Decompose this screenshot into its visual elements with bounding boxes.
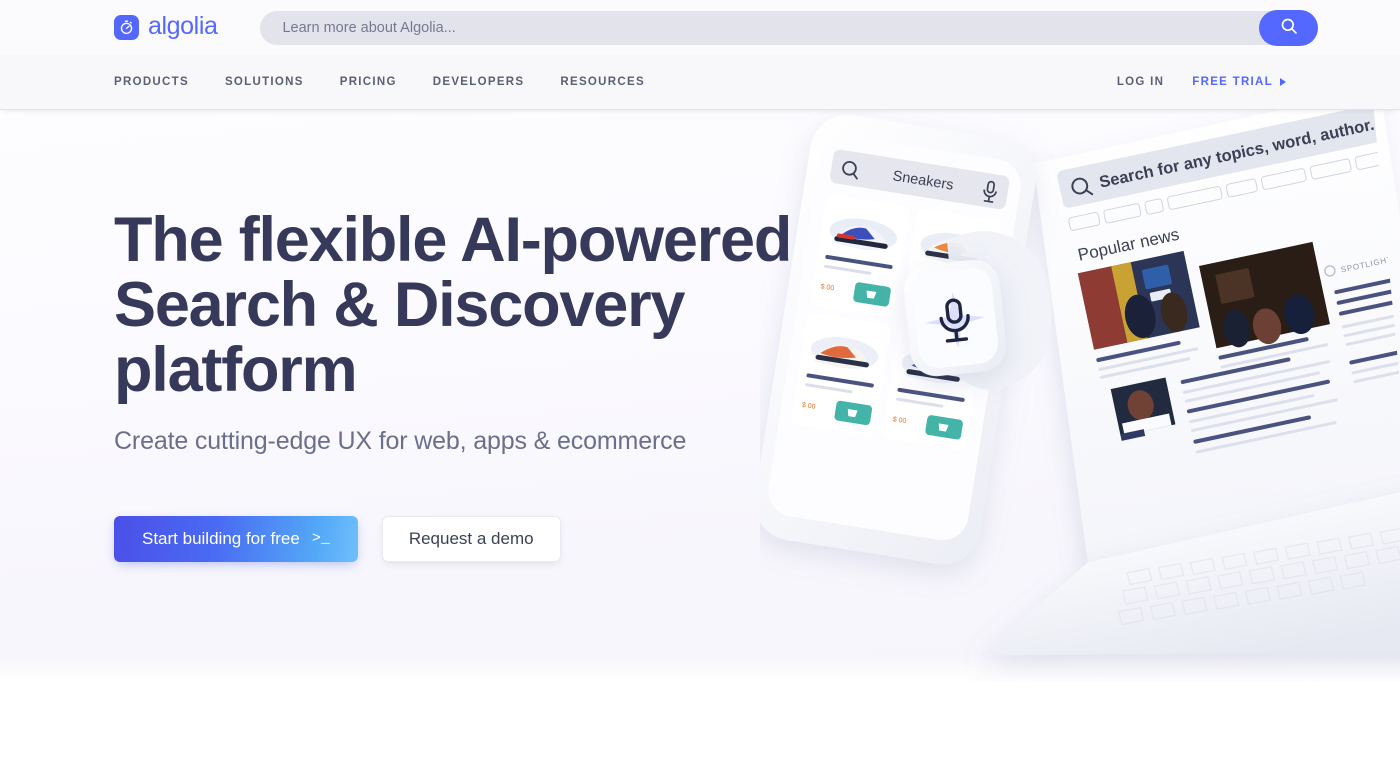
terminal-prompt-icon: >_ xyxy=(311,530,330,548)
nav-item-free-trial[interactable]: FREE TRIAL xyxy=(1192,76,1286,88)
start-building-label: Start building for free xyxy=(142,528,300,548)
nav-item-solutions[interactable]: SOLUTIONS xyxy=(225,76,304,88)
nav-secondary-group: LOG IN FREE TRIAL xyxy=(1117,76,1286,88)
brand-name: algolia xyxy=(148,12,218,40)
news-card-1 xyxy=(1077,250,1200,379)
hero-copy: The flexible AI-powered Search & Discove… xyxy=(114,208,794,562)
hero-cta-row: Start building for free >_ Request a dem… xyxy=(114,515,794,562)
nav-item-products[interactable]: PRODUCTS xyxy=(114,76,189,88)
product-card-3: $ 00 xyxy=(791,313,891,436)
nav-item-log-in[interactable]: LOG IN xyxy=(1117,76,1164,88)
hero-section: The flexible AI-powered Search & Discove… xyxy=(0,110,1400,682)
top-bar: algolia xyxy=(0,0,1400,55)
page-root: algolia PRODUCTS SOLUTIONS PRICING DEVEL… xyxy=(0,0,1400,776)
search-submit-button[interactable] xyxy=(1259,9,1318,46)
stopwatch-icon xyxy=(114,15,139,40)
request-demo-button[interactable]: Request a demo xyxy=(381,515,561,562)
page-title: The flexible AI-powered Search & Discove… xyxy=(114,205,792,405)
global-search xyxy=(260,9,1318,46)
hero-subtitle: Create cutting-edge UX for web, apps & e… xyxy=(114,426,687,455)
product-card-1: $ 00 xyxy=(810,194,910,318)
hero-artwork: Search for any topics, word, author... P… xyxy=(760,110,1400,682)
nav-free-trial-label: FREE TRIAL xyxy=(1192,76,1273,88)
devices-illustration: Search for any topics, word, author... P… xyxy=(760,110,1400,656)
search-input[interactable] xyxy=(260,10,1286,45)
nav-primary-group: PRODUCTS SOLUTIONS PRICING DEVELOPERS RE… xyxy=(114,76,645,88)
nav-item-developers[interactable]: DEVELOPERS xyxy=(433,76,525,88)
main-navigation: PRODUCTS SOLUTIONS PRICING DEVELOPERS RE… xyxy=(0,55,1400,110)
start-building-button[interactable]: Start building for free >_ xyxy=(114,515,358,562)
search-icon xyxy=(1279,16,1299,39)
algolia-logo[interactable]: algolia xyxy=(114,12,218,40)
play-triangle-icon xyxy=(1280,78,1286,86)
nav-item-resources[interactable]: RESOURCES xyxy=(560,76,645,88)
nav-item-pricing[interactable]: PRICING xyxy=(340,76,397,88)
